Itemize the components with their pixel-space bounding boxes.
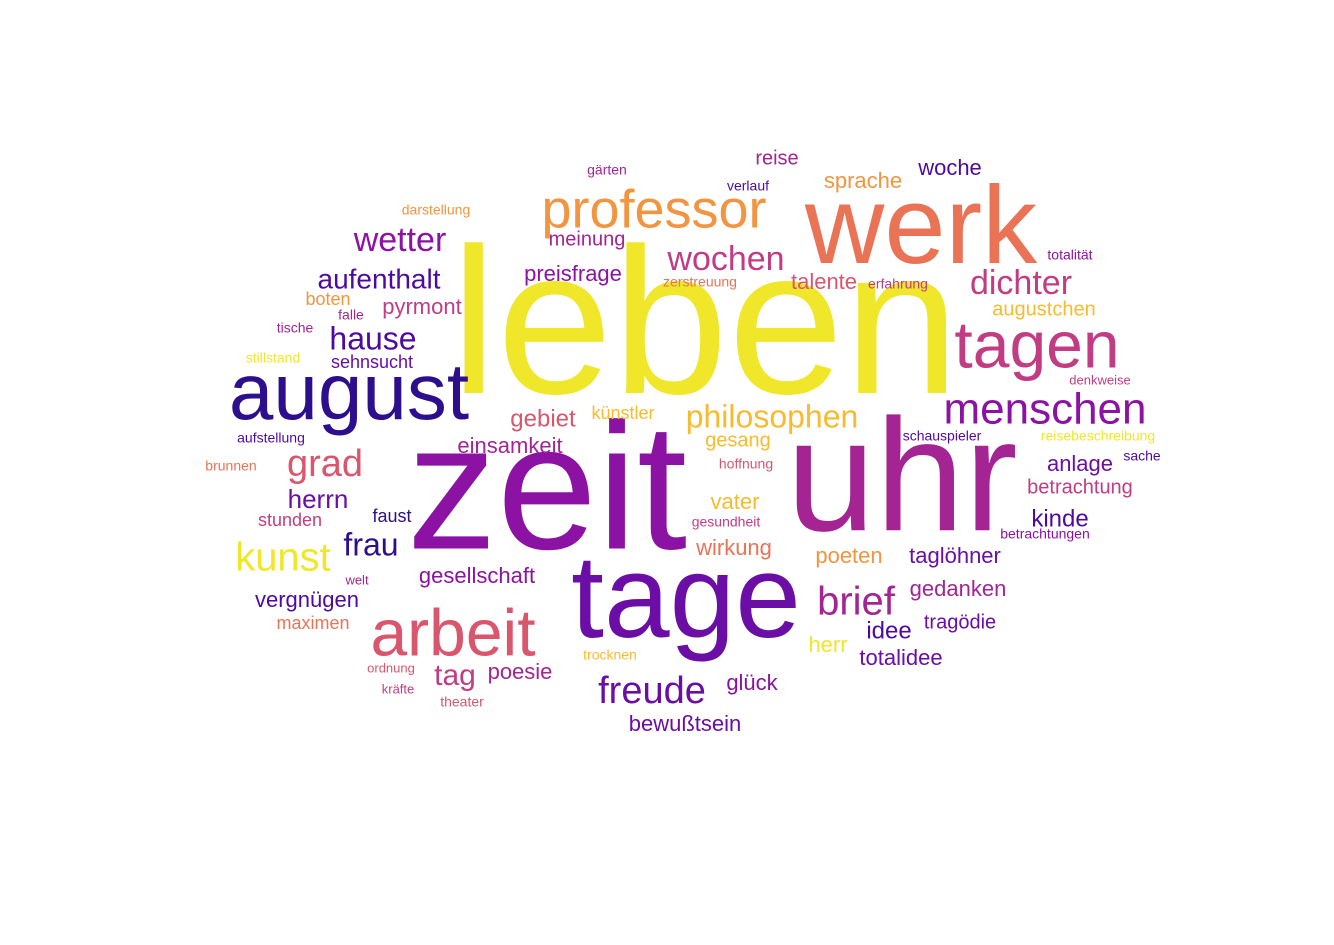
- cloud-word: tag: [434, 659, 476, 692]
- cloud-word: gedanken: [910, 576, 1007, 601]
- cloud-word: idee: [866, 617, 911, 644]
- cloud-word: frau: [343, 526, 398, 562]
- cloud-word: menschen: [943, 385, 1146, 434]
- cloud-word: trocknen: [583, 647, 637, 663]
- cloud-word: künstler: [591, 403, 654, 423]
- cloud-word: maximen: [276, 613, 349, 633]
- cloud-word: reise: [755, 147, 798, 169]
- cloud-word: talente: [791, 269, 857, 294]
- cloud-word: grad: [287, 443, 363, 485]
- cloud-word: darstellung: [402, 202, 471, 218]
- cloud-word: sehnsucht: [331, 352, 413, 372]
- cloud-word: denkweise: [1069, 372, 1130, 387]
- cloud-word: glück: [726, 670, 778, 695]
- cloud-word: brunnen: [205, 458, 256, 474]
- cloud-word: zerstreuung: [663, 274, 737, 290]
- cloud-word: anlage: [1047, 451, 1113, 476]
- cloud-word: pyrmont: [382, 294, 461, 319]
- cloud-word: gärten: [587, 162, 627, 178]
- cloud-word: verlauf: [727, 178, 769, 194]
- cloud-word: poeten: [815, 543, 882, 568]
- cloud-word: wetter: [353, 221, 447, 259]
- cloud-word: totalidee: [859, 645, 942, 670]
- cloud-word: reisebeschreibung: [1041, 428, 1155, 444]
- cloud-word: herr: [808, 632, 847, 657]
- cloud-word: erfahrung: [868, 276, 928, 292]
- cloud-word: faust: [372, 506, 411, 526]
- cloud-word: betrachtung: [1027, 476, 1133, 498]
- cloud-word: einsamkeit: [457, 433, 562, 458]
- cloud-word: sache: [1123, 448, 1161, 464]
- cloud-word: augustchen: [992, 298, 1095, 320]
- cloud-word: stillstand: [246, 350, 300, 366]
- cloud-word: woche: [917, 155, 982, 180]
- cloud-word: ordnung: [367, 660, 415, 675]
- cloud-word: wochen: [666, 240, 784, 278]
- cloud-word: vergnügen: [255, 587, 359, 612]
- cloud-word: gebiet: [510, 405, 576, 432]
- cloud-word: gesundheit: [692, 514, 761, 530]
- cloud-word: freude: [598, 670, 706, 712]
- cloud-word: vater: [711, 489, 760, 514]
- word-cloud: lebenzeit uhrtagewerkaugustarbeittagenpro…: [205, 147, 1161, 736]
- cloud-word: poesie: [488, 659, 553, 684]
- cloud-word: kunst: [235, 536, 331, 580]
- cloud-word: sprache: [824, 168, 902, 193]
- cloud-word: gesang: [705, 429, 771, 451]
- cloud-word: schauspieler: [903, 428, 982, 444]
- cloud-word: totalität: [1047, 247, 1092, 263]
- cloud-word: falle: [338, 307, 364, 323]
- cloud-word: preisfrage: [524, 261, 622, 286]
- cloud-word: meinung: [549, 228, 626, 250]
- cloud-word: dichter: [970, 264, 1072, 302]
- cloud-word: wirkung: [695, 535, 772, 560]
- cloud-word: bewußtsein: [629, 711, 742, 736]
- cloud-word: kräfte: [382, 681, 415, 696]
- cloud-word: aufstellung: [237, 430, 305, 446]
- cloud-word: taglöhner: [909, 543, 1001, 568]
- cloud-word: hoffnung: [719, 456, 773, 472]
- cloud-word: tragödie: [924, 611, 996, 633]
- cloud-word: tische: [277, 320, 314, 336]
- cloud-word: betrachtungen: [1000, 526, 1090, 542]
- cloud-word: theater: [440, 694, 484, 710]
- cloud-word: gesellschaft: [419, 563, 535, 588]
- cloud-word: welt: [344, 572, 369, 587]
- cloud-word: stunden: [258, 510, 322, 530]
